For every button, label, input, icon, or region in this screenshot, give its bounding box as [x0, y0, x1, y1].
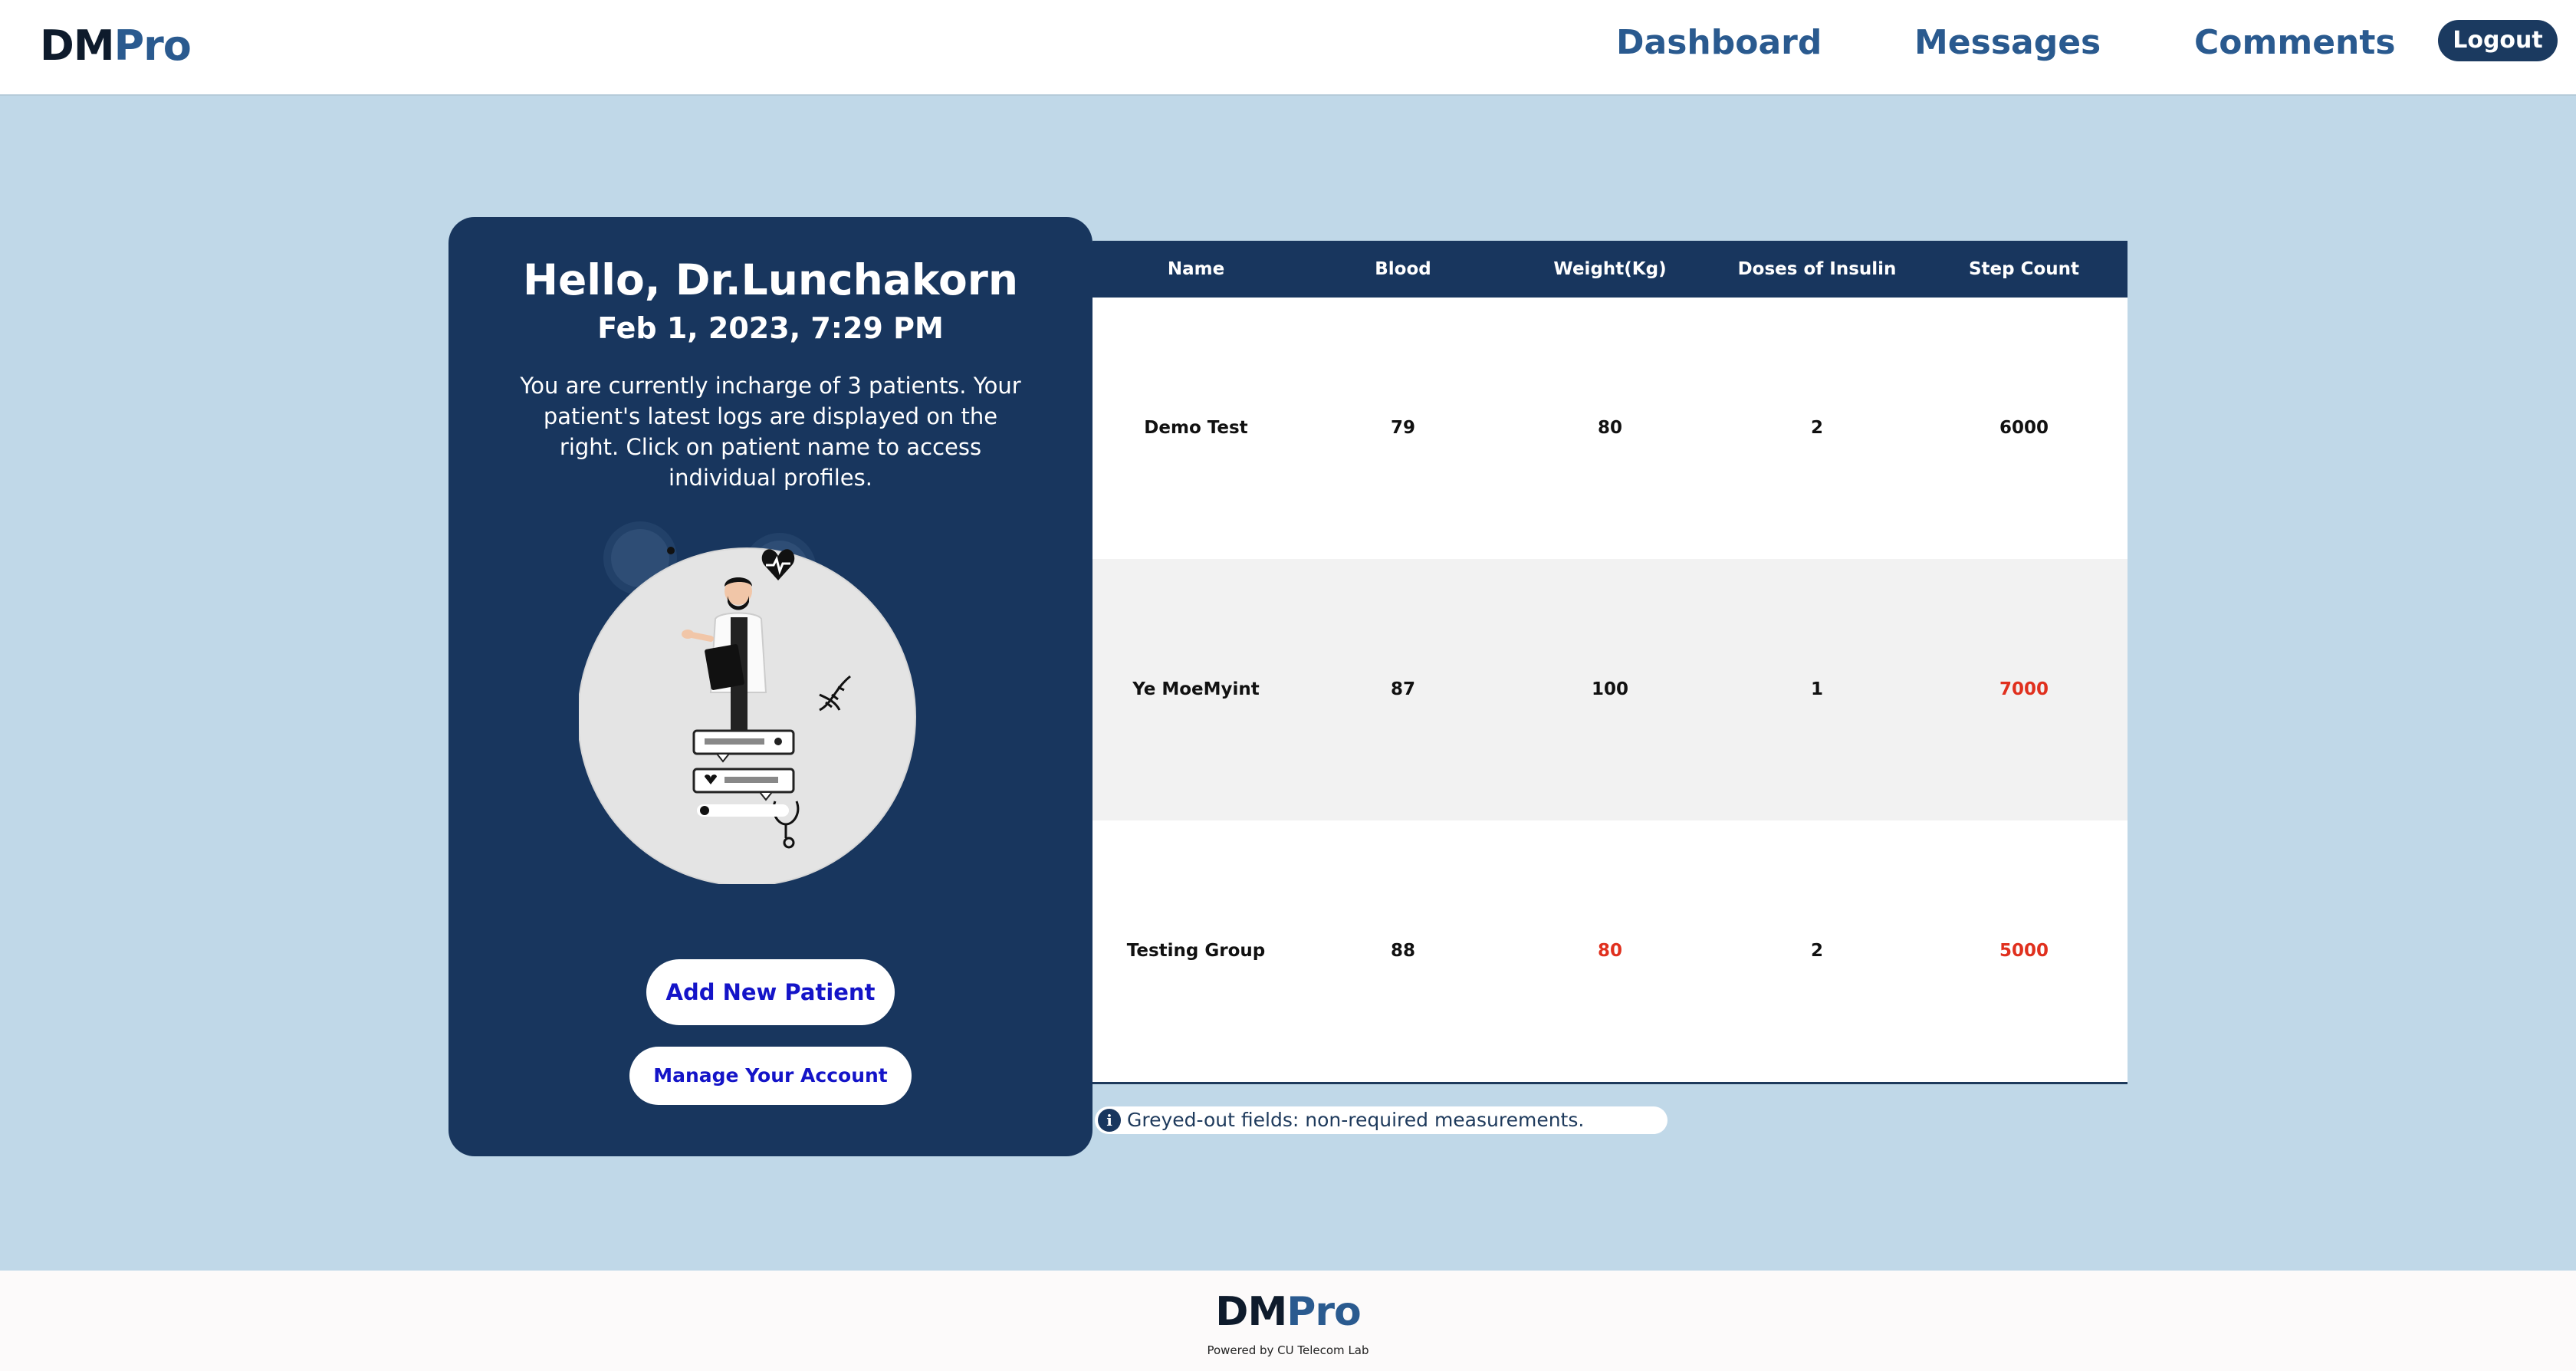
- nav-messages[interactable]: Messages: [1914, 23, 2101, 62]
- patient-name-link[interactable]: Ye MoeMyint: [1092, 559, 1300, 820]
- dot-icon: [667, 547, 675, 554]
- cell-glucose: 79: [1390, 418, 1415, 438]
- patient-logs-table: Name Blood Glucose(nmol/L) Weight(Kg) Do…: [1092, 241, 2128, 1084]
- nav-dashboard[interactable]: Dashboard: [1616, 23, 1822, 62]
- cell-weight: 80: [1597, 941, 1622, 961]
- powered-by-text: Powered by CU Telecom Lab: [1207, 1343, 1369, 1357]
- info-icon: i: [1098, 1109, 1121, 1132]
- intro-text: You are currently incharge of 3 patients…: [520, 373, 1021, 491]
- cell-steps: 6000: [1999, 418, 2049, 438]
- progress-pill: [697, 804, 789, 817]
- footer-logo-pro: Pro: [1286, 1289, 1361, 1335]
- header-step-count: Step Count: [1968, 259, 2080, 279]
- cell-insulin: 1: [1810, 679, 1823, 699]
- cell-weight: 100: [1591, 679, 1628, 699]
- cell-steps: 5000: [1999, 941, 2049, 961]
- header-weight: Weight(Kg): [1553, 259, 1667, 279]
- doctor-illustration: [579, 521, 916, 884]
- footer-logo: DMPro: [0, 1289, 2576, 1335]
- note-text: Greyed-out fields: non-required measurem…: [1127, 1109, 1585, 1131]
- add-new-patient-button[interactable]: Add New Patient: [646, 959, 895, 1025]
- table-row: Ye MoeMyint 87 100 1 7000: [1092, 559, 2128, 820]
- cell-steps: 7000: [1999, 679, 2049, 699]
- cell-weight: 80: [1597, 418, 1622, 438]
- cell-insulin: 2: [1810, 418, 1823, 438]
- manage-account-button[interactable]: Manage Your Account: [629, 1047, 912, 1105]
- greyed-fields-note: i Greyed-out fields: non-required measur…: [1095, 1106, 1668, 1134]
- header-name: Name: [1167, 259, 1225, 279]
- footer-logo-dm: DM: [1215, 1289, 1287, 1335]
- patient-name-link[interactable]: Demo Test: [1092, 298, 1300, 559]
- doctor-summary-card: Hello, Dr.Lunchakorn Feb 1, 2023, 7:29 P…: [449, 217, 1092, 1156]
- cell-glucose: 88: [1390, 941, 1415, 961]
- app-logo[interactable]: DMPro: [40, 21, 192, 70]
- header-insulin: Doses of Insulin: [1737, 259, 1897, 279]
- nav-comments[interactable]: Comments: [2194, 23, 2396, 62]
- top-navbar: DMPro Dashboard Messages Comments Logout: [0, 0, 2576, 96]
- table-row: Testing Group 88 80 2 5000: [1092, 820, 2128, 1082]
- logo-dm: DM: [40, 21, 115, 70]
- table-row: Demo Test 79 80 2 6000: [1092, 298, 2128, 559]
- header-blood-glucose: Blood Glucose(nmol/L): [1322, 259, 1484, 336]
- patient-name-link[interactable]: Testing Group: [1092, 820, 1300, 1082]
- current-datetime: Feb 1, 2023, 7:29 PM: [597, 311, 944, 345]
- logo-pro: Pro: [113, 21, 192, 70]
- cell-insulin: 2: [1810, 941, 1823, 961]
- logout-button[interactable]: Logout: [2438, 20, 2558, 61]
- greeting-heading: Hello, Dr.Lunchakorn: [522, 255, 1019, 304]
- cell-glucose: 87: [1390, 679, 1415, 699]
- footer: DMPro Powered by CU Telecom Lab: [0, 1271, 2576, 1371]
- table-header: Name Blood Glucose(nmol/L) Weight(Kg) Do…: [1092, 241, 2128, 336]
